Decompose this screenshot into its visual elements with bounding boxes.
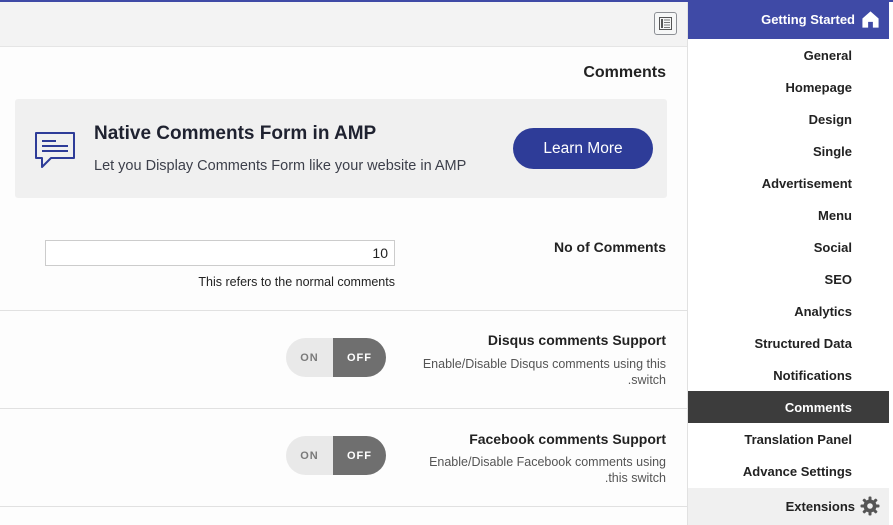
disqus-description-line2: .switch <box>627 373 666 387</box>
sidebar-item-general[interactable]: General <box>688 39 889 71</box>
sidebar-item-menu[interactable]: Menu <box>688 199 889 231</box>
disqus-support-label: Disqus comments Support <box>487 332 666 348</box>
toolbar <box>0 2 687 47</box>
sidebar-item-extensions[interactable]: Extensions <box>688 488 889 525</box>
toggle-on-option[interactable]: ON <box>286 338 333 377</box>
promo-title: Native Comments Form in AMP <box>94 123 377 144</box>
sidebar-item-analytics[interactable]: Analytics <box>688 295 889 327</box>
divider <box>0 506 687 507</box>
sidebar-item-comments[interactable]: Comments <box>688 391 889 423</box>
settings-sidebar: Getting Started General Homepage Design … <box>688 2 893 525</box>
home-icon <box>862 11 879 28</box>
panel-layout-icon <box>659 17 672 30</box>
promo-description: Let you Display Comments Form like your … <box>94 158 467 174</box>
sidebar-item-getting-started[interactable]: Getting Started <box>688 2 889 39</box>
no-of-comments-input[interactable] <box>45 240 395 266</box>
main-panel: Comments Native Comments Form in AMP Let… <box>0 2 688 525</box>
comment-form-icon <box>35 132 75 168</box>
disqus-description: Enable/Disable Disqus comments using thi… <box>396 356 666 388</box>
sidebar-item-advertisement[interactable]: Advertisement <box>688 167 889 199</box>
no-of-comments-label: No of Comments <box>554 239 666 255</box>
facebook-toggle[interactable]: ON OFF <box>286 436 386 475</box>
toggle-off-option[interactable]: OFF <box>333 436 386 475</box>
disqus-toggle[interactable]: ON OFF <box>286 338 386 377</box>
toggle-on-option[interactable]: ON <box>286 436 333 475</box>
gear-icon <box>860 496 880 516</box>
promo-banner: Native Comments Form in AMP Let you Disp… <box>15 99 667 198</box>
no-of-comments-help: This refers to the normal comments <box>198 275 395 289</box>
sidebar-header-label: Getting Started <box>761 12 855 27</box>
page-title: Comments <box>583 64 666 81</box>
sidebar-item-structured-data[interactable]: Structured Data <box>688 327 889 359</box>
sidebar-item-notifications[interactable]: Notifications <box>688 359 889 391</box>
divider <box>0 408 687 409</box>
layout-toggle-button[interactable] <box>654 12 677 35</box>
facebook-description: Enable/Disable Facebook comments using .… <box>396 454 666 486</box>
facebook-description-line1: Enable/Disable Facebook comments using <box>429 455 666 469</box>
learn-more-button[interactable]: Learn More <box>513 128 653 169</box>
toggle-off-option[interactable]: OFF <box>333 338 386 377</box>
divider <box>0 310 687 311</box>
disqus-description-line1: Enable/Disable Disqus comments using thi… <box>422 357 666 371</box>
sidebar-item-translation-panel[interactable]: Translation Panel <box>688 423 889 455</box>
facebook-support-label: Facebook comments Support <box>469 431 666 447</box>
sidebar-item-homepage[interactable]: Homepage <box>688 71 889 103</box>
extensions-label: Extensions <box>785 499 855 514</box>
sidebar-item-seo[interactable]: SEO <box>688 263 889 295</box>
facebook-description-line2: .this switch <box>604 471 666 485</box>
sidebar-item-advance-settings[interactable]: Advance Settings <box>688 455 889 487</box>
sidebar-item-social[interactable]: Social <box>688 231 889 263</box>
sidebar-item-design[interactable]: Design <box>688 103 889 135</box>
sidebar-item-single[interactable]: Single <box>688 135 889 167</box>
